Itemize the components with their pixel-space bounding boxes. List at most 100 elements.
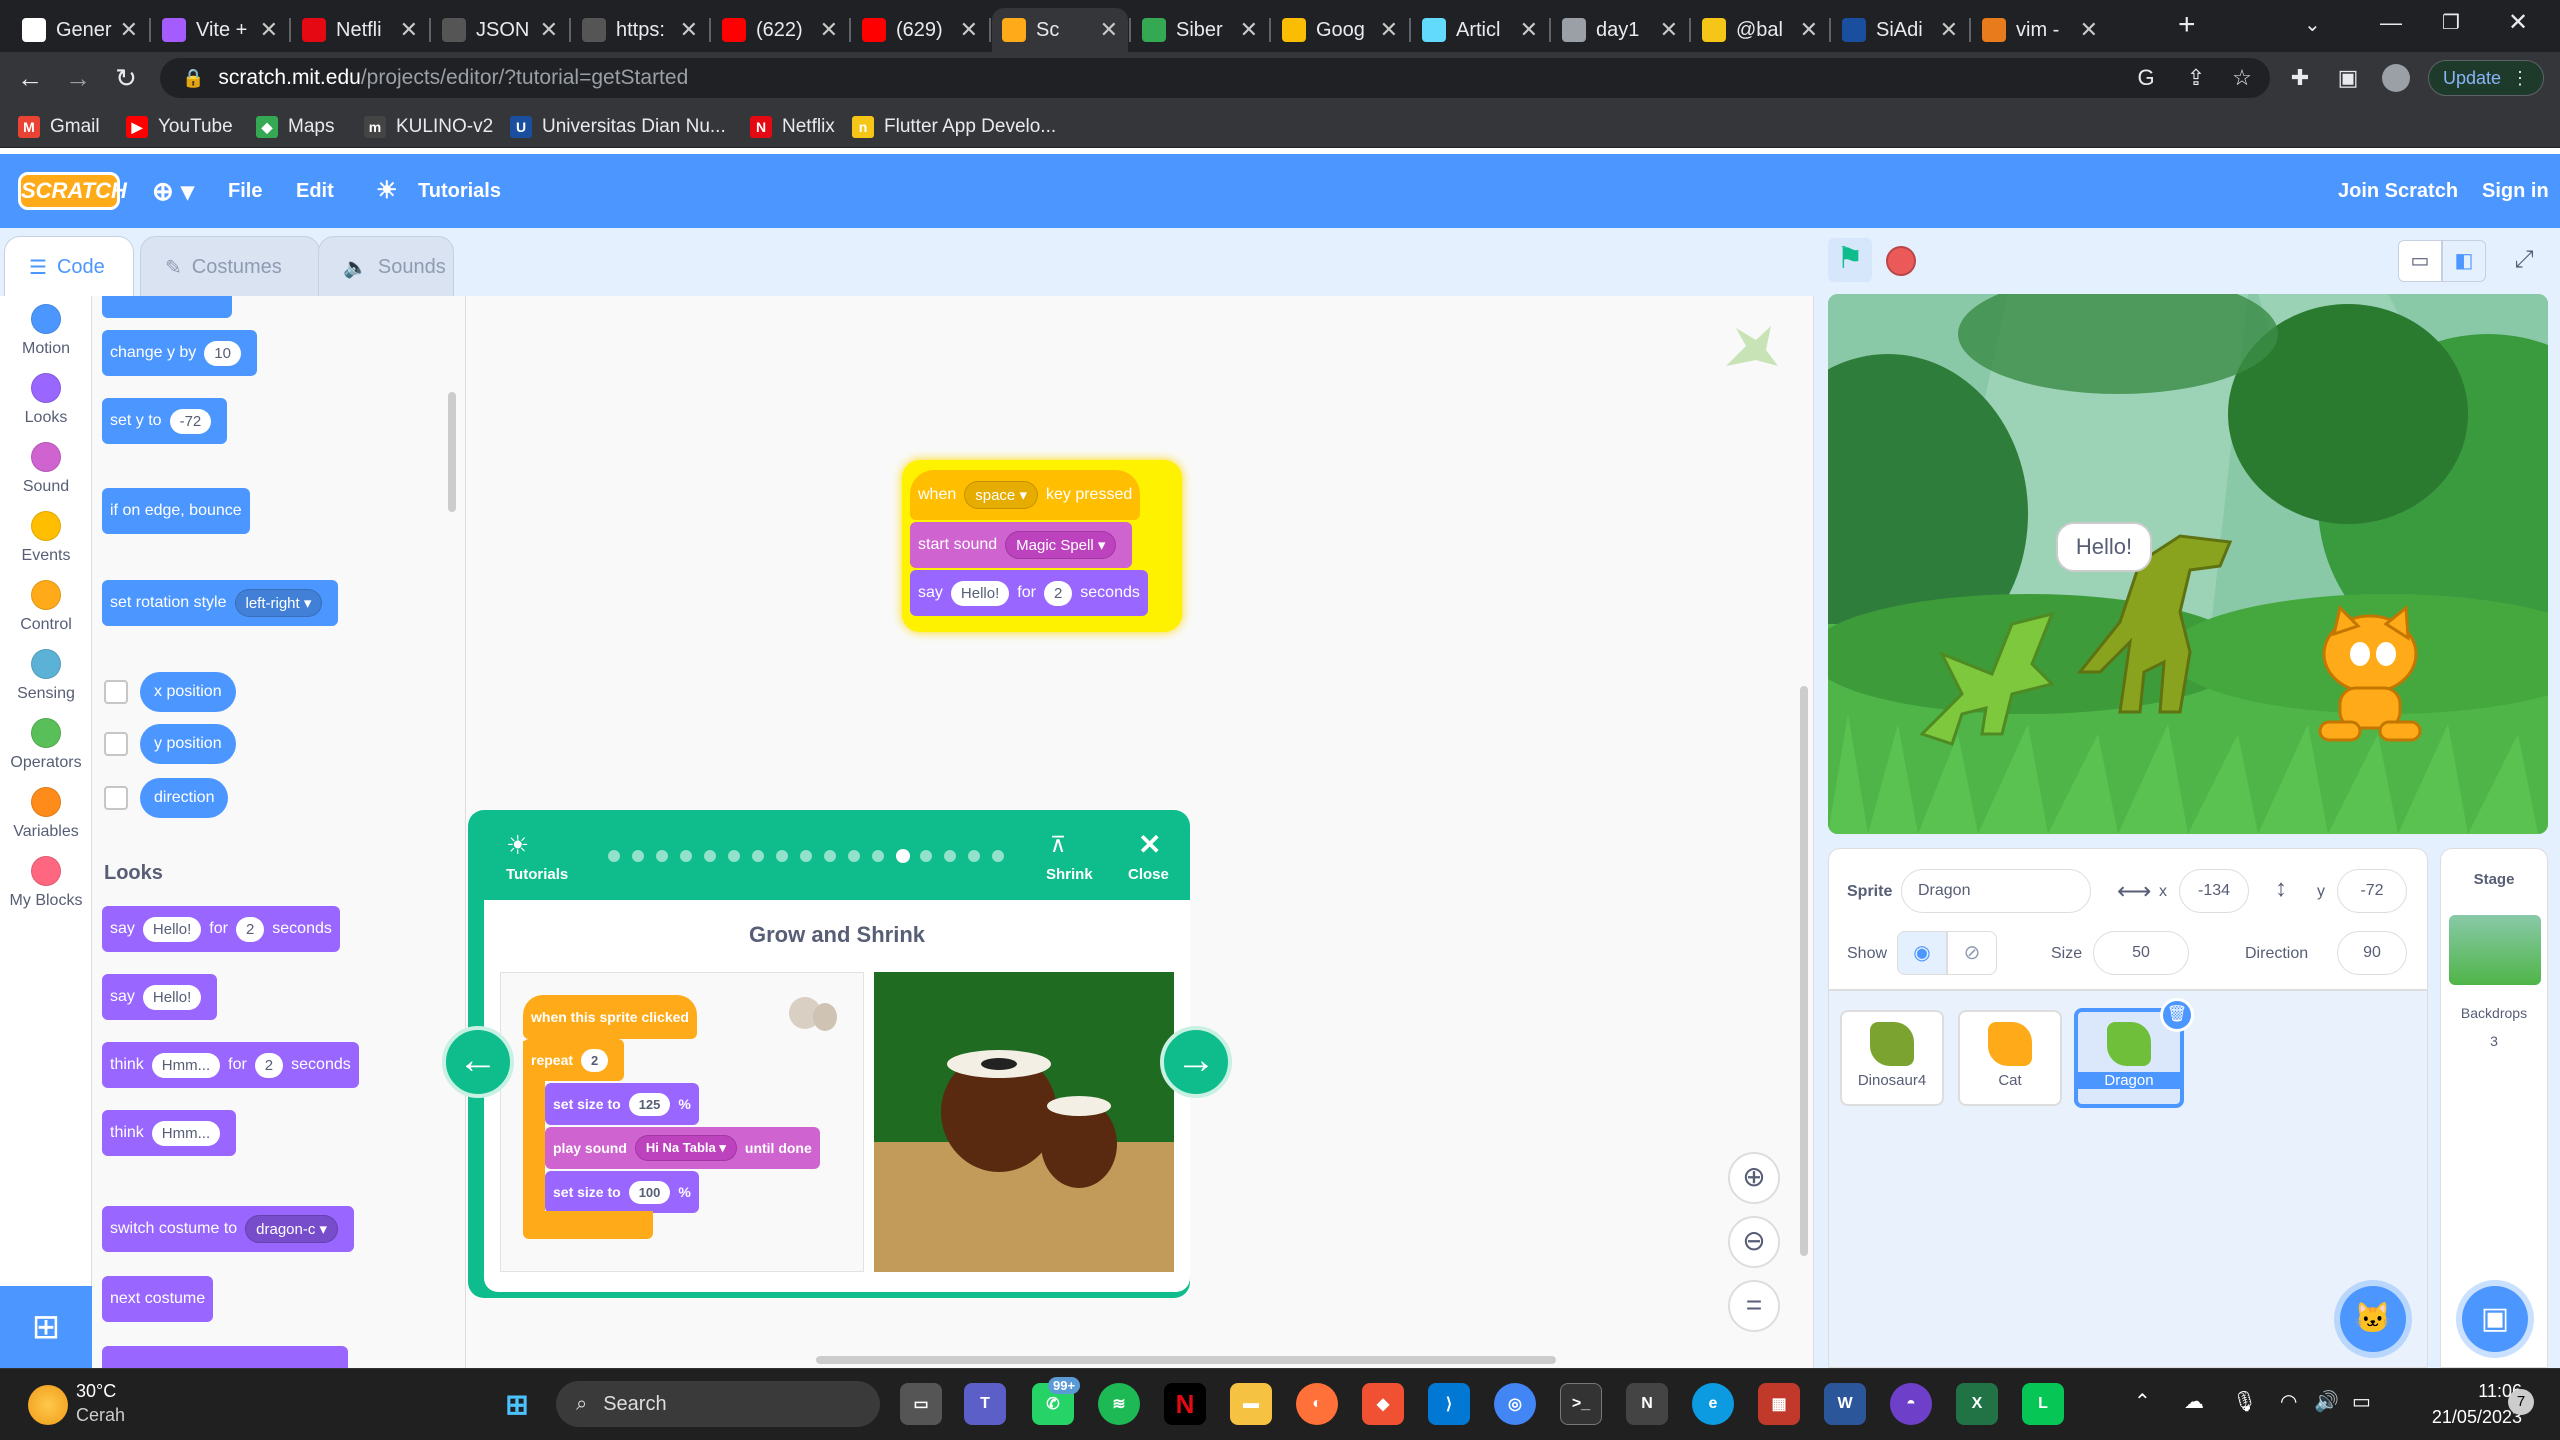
menu-tutorials[interactable]: Tutorials: [418, 154, 501, 228]
minimize-icon[interactable]: —: [2380, 10, 2402, 36]
block-say-for[interactable]: say Hello! for 2 seconds: [102, 906, 340, 952]
browser-tab[interactable]: Gener ✕: [12, 8, 148, 52]
browser-tab[interactable]: JSON ✕: [432, 8, 568, 52]
delete-sprite-icon[interactable]: 🗑: [2160, 998, 2194, 1032]
side-panel-icon[interactable]: ▣: [2334, 64, 2362, 92]
tutorial-step-dot[interactable]: [896, 849, 910, 863]
bookmark-item[interactable]: n Flutter App Develo...: [852, 112, 1056, 142]
reporter-y-position[interactable]: y position: [140, 724, 236, 764]
zoom-out-button[interactable]: ⊖: [1728, 1216, 1780, 1268]
category-operators[interactable]: Operators: [0, 718, 92, 772]
winrar-icon[interactable]: ▦: [1758, 1383, 1800, 1425]
word-icon[interactable]: W: [1824, 1383, 1866, 1425]
block-switch-costume[interactable]: switch costume to dragon-c ▾: [102, 1206, 355, 1252]
block-partial-motion[interactable]: [102, 296, 232, 318]
tab-search-icon[interactable]: ⌄: [2304, 12, 2321, 37]
tutorial-step-dot[interactable]: [776, 850, 788, 862]
workspace-hscrollbar[interactable]: [816, 1356, 1556, 1364]
browser-tab[interactable]: Articl ✕: [1412, 8, 1548, 52]
choose-sprite-button[interactable]: 🐱: [2340, 1286, 2406, 1352]
browser-tab[interactable]: (629) ✕: [852, 8, 988, 52]
block-dropdown[interactable]: left-right ▾: [234, 589, 323, 617]
category-sensing[interactable]: Sensing: [0, 649, 92, 703]
share-icon[interactable]: ⇪: [2182, 64, 2210, 92]
block-input[interactable]: -72: [169, 408, 212, 434]
large-stage-button[interactable]: ◧: [2442, 240, 2486, 282]
browser-tab[interactable]: Vite + ✕: [152, 8, 288, 52]
tab-close-icon[interactable]: ✕: [820, 17, 838, 43]
block-say-for-seconds[interactable]: say Hello! for 2 seconds: [910, 570, 1148, 616]
bookmark-item[interactable]: m KULINO-v2: [364, 112, 493, 142]
bookmark-item[interactable]: M Gmail: [18, 112, 100, 142]
bookmark-star-icon[interactable]: ☆: [2228, 64, 2256, 92]
browser-tab[interactable]: @bal ✕: [1692, 8, 1828, 52]
tutorial-step-dot[interactable]: [656, 850, 668, 862]
block-rotation-style[interactable]: set rotation style left-right ▾: [102, 580, 339, 626]
tab-close-icon[interactable]: ✕: [1100, 17, 1118, 43]
block-dropdown[interactable]: dragon-c ▾: [245, 1215, 339, 1243]
weather-temp[interactable]: 30°C: [76, 1381, 116, 1402]
github-desktop-icon[interactable]: ◓: [1890, 1383, 1932, 1425]
bookmark-item[interactable]: U Universitas Dian Nu...: [510, 112, 726, 142]
hat-block-key-pressed[interactable]: when space ▾ key pressed: [910, 470, 1141, 520]
tutorial-step-dot[interactable]: [824, 850, 836, 862]
tray-chevron-icon[interactable]: ⌃: [2134, 1389, 2151, 1414]
browser-tab[interactable]: Sc ✕: [992, 8, 1128, 52]
block-dropdown[interactable]: space ▾: [964, 481, 1038, 509]
small-stage-button[interactable]: ▭: [2398, 240, 2442, 282]
notion-icon[interactable]: N: [1626, 1383, 1668, 1425]
x-input[interactable]: -134: [2179, 869, 2249, 913]
file-explorer-icon[interactable]: ▬: [1230, 1383, 1272, 1425]
tab-close-icon[interactable]: ✕: [540, 17, 558, 43]
tab-code[interactable]: ☰ Code: [4, 236, 134, 298]
edge-icon[interactable]: e: [1692, 1383, 1734, 1425]
join-scratch-link[interactable]: Join Scratch: [2338, 154, 2458, 228]
browser-tab[interactable]: (622) ✕: [712, 8, 848, 52]
zoom-in-button[interactable]: ⊕: [1728, 1152, 1780, 1204]
browser-tab[interactable]: SiAdi ✕: [1832, 8, 1968, 52]
size-input[interactable]: 50: [2093, 931, 2189, 975]
spotify-icon[interactable]: ≋: [1098, 1383, 1140, 1425]
taskbar-search[interactable]: ⌕ Search: [556, 1381, 880, 1427]
restore-icon[interactable]: ❐: [2442, 10, 2460, 35]
zoom-reset-button[interactable]: =: [1728, 1280, 1780, 1332]
tutorial-step-dot[interactable]: [632, 850, 644, 862]
tab-close-icon[interactable]: ✕: [1240, 17, 1258, 43]
browser-tab[interactable]: https: ✕: [572, 8, 708, 52]
tab-close-icon[interactable]: ✕: [400, 17, 418, 43]
tutorial-step-dot[interactable]: [920, 850, 932, 862]
tutorial-step-dot[interactable]: [752, 850, 764, 862]
line-icon[interactable]: L: [2022, 1383, 2064, 1425]
block-say[interactable]: say Hello!: [102, 974, 218, 1020]
block-change-y[interactable]: change y by 10: [102, 330, 257, 376]
taskview-icon[interactable]: ▭: [900, 1383, 942, 1425]
terminal-icon[interactable]: >_: [1560, 1383, 1602, 1425]
tab-close-icon[interactable]: ✕: [1380, 17, 1398, 43]
tab-close-icon[interactable]: ✕: [680, 17, 698, 43]
show-eye-icon[interactable]: ◉: [1897, 931, 1947, 975]
firefox-icon[interactable]: ◐: [1296, 1383, 1338, 1425]
category-control[interactable]: Control: [0, 580, 92, 634]
tutorial-step-dot[interactable]: [992, 850, 1004, 862]
palette-scrollbar[interactable]: [448, 392, 456, 512]
sprite-cat-on-stage[interactable]: [2290, 604, 2440, 764]
block-think-for[interactable]: think Hmm... for 2 seconds: [102, 1042, 359, 1088]
clock-date[interactable]: 21/05/2023: [2400, 1407, 2522, 1428]
extensions-icon[interactable]: ✚: [2286, 64, 2314, 92]
category-my-blocks[interactable]: My Blocks: [0, 856, 92, 910]
tab-close-icon[interactable]: ✕: [960, 17, 978, 43]
google-icon[interactable]: G: [2132, 64, 2160, 92]
reporter-x-position[interactable]: x position: [140, 672, 236, 712]
shrink-button[interactable]: Shrink: [1046, 866, 1093, 883]
checkbox-direction[interactable]: [104, 786, 128, 810]
tab-close-icon[interactable]: ✕: [1940, 17, 1958, 43]
block-think[interactable]: think Hmm...: [102, 1110, 237, 1156]
window-close-icon[interactable]: ✕: [2508, 8, 2528, 37]
y-input[interactable]: -72: [2337, 869, 2407, 913]
tab-close-icon[interactable]: ✕: [1800, 17, 1818, 43]
chrome-icon[interactable]: ◎: [1494, 1383, 1536, 1425]
profile-avatar[interactable]: [2382, 64, 2410, 92]
tutorial-step-dot[interactable]: [848, 850, 860, 862]
tutorial-step-dot[interactable]: [680, 850, 692, 862]
tutorial-step-dot[interactable]: [872, 850, 884, 862]
